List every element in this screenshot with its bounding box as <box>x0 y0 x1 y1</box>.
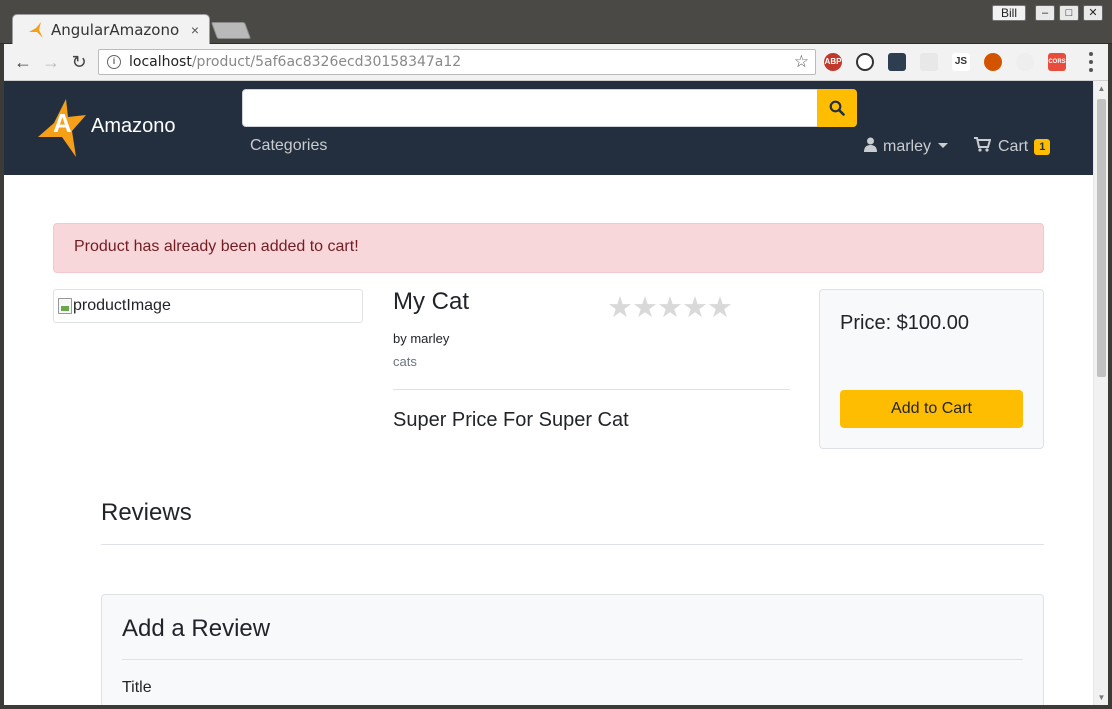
address-bar[interactable]: i localhost/product/5af6ac8326ecd3015834… <box>98 49 816 75</box>
bookmark-star-icon[interactable]: ☆ <box>794 52 809 72</box>
url-host: localhost <box>129 54 192 70</box>
user-menu-dropdown[interactable]: marley <box>864 137 949 156</box>
monkey-extension-icon[interactable] <box>984 53 1002 71</box>
cors-extension-icon[interactable]: CORS <box>1048 53 1066 71</box>
sync-extension-icon[interactable] <box>856 53 874 71</box>
add-review-title: Add a Review <box>122 615 271 642</box>
browser-menu-icon[interactable] <box>1088 52 1094 72</box>
add-to-cart-button[interactable]: Add to Cart <box>840 390 1023 428</box>
reload-icon[interactable]: ↻ <box>68 51 90 73</box>
forward-arrow-icon[interactable]: → <box>40 51 62 73</box>
product-price: Price: $100.00 <box>840 312 969 334</box>
browser-toolbar: ← → ↻ i localhost/product/5af6ac8326ecd3… <box>4 44 1108 81</box>
add-review-divider <box>122 659 1023 660</box>
browser-tab[interactable]: AngularAmazono × <box>12 14 210 45</box>
site-navbar: A Amazono Categories marley Cart 1 <box>4 81 1093 175</box>
star-icon[interactable]: ★ <box>632 294 658 323</box>
product-divider <box>393 389 790 390</box>
star-icon[interactable]: ★ <box>682 294 708 323</box>
cart-label: Cart <box>998 138 1029 155</box>
user-icon <box>864 137 877 152</box>
product-description: Super Price For Super Cat <box>393 409 629 431</box>
amazono-logo-icon: A <box>38 99 86 157</box>
grey-extension-icon[interactable] <box>1016 53 1034 71</box>
star-icon[interactable]: ★ <box>657 294 683 323</box>
categories-link[interactable]: Categories <box>250 137 327 155</box>
js-extension-icon[interactable]: JS <box>952 53 970 71</box>
star-icon[interactable]: ★ <box>707 294 733 323</box>
product-rating-stars[interactable]: ★ ★ ★ ★ ★ <box>607 294 733 323</box>
cart-icon <box>974 137 992 152</box>
scroll-up-arrow-icon[interactable]: ▲ <box>1094 81 1108 96</box>
angular-amazono-favicon-icon <box>29 22 43 38</box>
reviews-heading: Reviews <box>101 499 192 526</box>
new-tab-button[interactable] <box>210 22 252 39</box>
profile-user-button[interactable]: Bill <box>992 5 1026 21</box>
cart-link[interactable]: Cart 1 <box>974 137 1051 156</box>
user-name: marley <box>883 138 932 155</box>
devtools-extension-icon[interactable] <box>888 53 906 71</box>
browser-titlebar: AngularAmazono × Bill – □ ✕ <box>0 0 1112 45</box>
tab-title: AngularAmazono <box>51 21 180 39</box>
close-window-button[interactable]: ✕ <box>1083 5 1103 21</box>
product-category[interactable]: cats <box>393 354 417 369</box>
review-title-label: Title <box>122 679 152 696</box>
product-image-alt: productImage <box>73 297 171 314</box>
minimize-window-button[interactable]: – <box>1035 5 1055 21</box>
brand-name: Amazono <box>91 114 176 137</box>
search-button[interactable] <box>817 89 857 127</box>
product-title: My Cat <box>393 288 470 315</box>
scroll-down-arrow-icon[interactable]: ▼ <box>1094 690 1108 705</box>
star-icon[interactable]: ★ <box>607 294 633 323</box>
broken-image-icon <box>58 298 72 314</box>
brand-link[interactable]: A Amazono <box>38 99 176 157</box>
scrollbar-thumb[interactable] <box>1097 99 1106 377</box>
reviews-divider <box>101 544 1044 545</box>
adblock-extension-icon[interactable]: ABP <box>824 53 842 71</box>
page-scrollbar[interactable]: ▲ ▼ <box>1093 81 1108 705</box>
page-viewport: A Amazono Categories marley Cart 1 Produc… <box>4 81 1108 705</box>
add-review-form: Add a Review Title <box>101 594 1044 705</box>
product-author: by marley <box>393 331 450 346</box>
url-path: /product/5af6ac8326ecd30158347a12 <box>191 54 462 70</box>
cart-count-badge: 1 <box>1034 139 1051 155</box>
site-info-icon[interactable]: i <box>107 55 121 69</box>
react-extension-icon[interactable] <box>920 53 938 71</box>
price-card: Price: $100.00 Add to Cart <box>819 289 1044 449</box>
back-arrow-icon[interactable]: ← <box>12 51 34 73</box>
already-in-cart-alert: Product has already been added to cart! <box>53 223 1044 273</box>
tab-close-button[interactable]: × <box>191 22 199 38</box>
chevron-down-icon <box>938 143 949 148</box>
svg-text:A: A <box>53 108 72 138</box>
maximize-window-button[interactable]: □ <box>1059 5 1079 21</box>
search-icon <box>829 100 845 116</box>
search-input[interactable] <box>242 89 818 127</box>
product-image: productImage <box>53 289 363 323</box>
